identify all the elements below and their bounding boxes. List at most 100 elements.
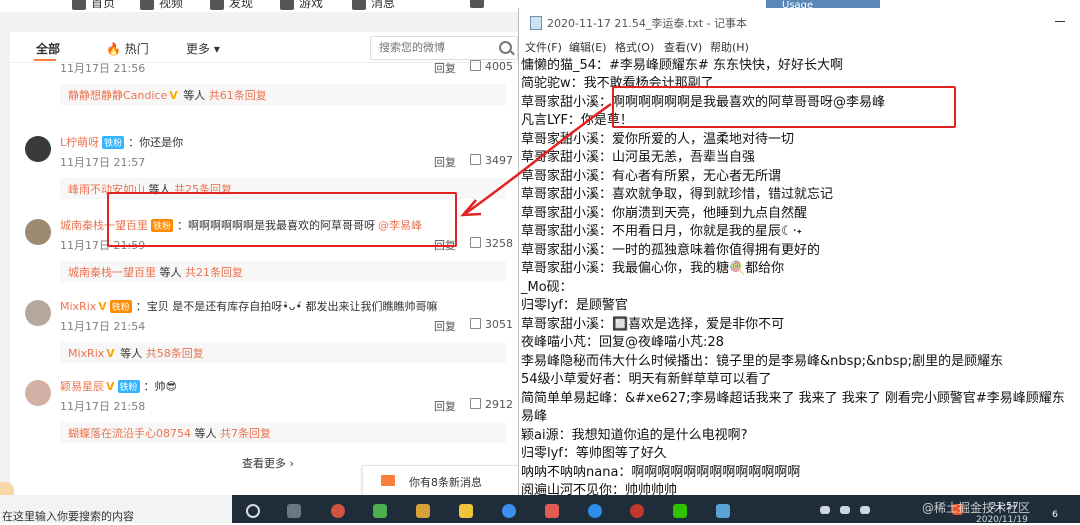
fan-badge: 铁粉 <box>117 380 140 393</box>
text-line: 阅遍山河不见你：帅帅帅帅 <box>521 483 678 495</box>
clock-date[interactable]: 2020/11/19 <box>976 515 1028 525</box>
nav-home[interactable]: 首页 <box>72 0 115 11</box>
thumb-up-icon <box>470 318 481 329</box>
menu-edit[interactable]: 编辑(E) <box>569 39 607 55</box>
discover-icon <box>210 0 224 10</box>
cortana-icon[interactable] <box>246 504 260 518</box>
verified-icon: V <box>106 347 115 360</box>
like-button[interactable]: 3051 <box>470 318 513 331</box>
notepad-titlebar[interactable]: 2020-11-17 21.54_李运泰.txt - 记事本 <box>519 8 1080 36</box>
folder-icon[interactable] <box>459 504 473 518</box>
text-line: 草哥家甜小溪：🔲喜欢是选择，爱是非你不可 <box>521 317 785 332</box>
text-line: 归零lyf：等帅图等了好久 <box>521 446 667 461</box>
like-button[interactable]: 4005 <box>470 60 513 73</box>
verified-icon: V <box>98 300 107 313</box>
text-line: 简简单单易起峰：&#xe627;李易峰超话我来了 我来了 我来了 刚看完小顾警官… <box>521 391 1065 406</box>
sublime-icon[interactable] <box>416 504 430 518</box>
menu-format[interactable]: 格式(O) <box>615 39 654 55</box>
video-icon <box>140 0 154 10</box>
sub-replies-summary[interactable]: 蝴蝶落在流沿手心08754 等人 共7条回复 <box>60 422 506 443</box>
notepad-window: 2020-11-17 21.54_李运泰.txt - 记事本 文件(F) 编辑(… <box>518 8 1080 495</box>
notepad-taskbar-icon[interactable] <box>716 504 730 518</box>
fan-badge: 铁粉 <box>109 300 132 313</box>
comment-text: ：你还是你 <box>128 136 184 149</box>
menu-view[interactable]: 查看(V) <box>664 39 702 55</box>
nav-messages[interactable]: 消息 <box>352 0 395 11</box>
spider-app-icon[interactable] <box>630 504 644 518</box>
text-line: 草哥家甜小溪：你崩溃到天亮，他睡到九点自然醒 <box>521 206 808 221</box>
comment-search-box[interactable] <box>370 36 518 60</box>
text-line: 夜峰喵小芃：回复@夜峰喵小芃:28 <box>521 335 724 350</box>
reply-button[interactable]: 回复 <box>434 398 456 414</box>
comment-filter-bar: 全部 🔥 热门 更多 ▾ <box>10 32 518 63</box>
highlight-box-comment <box>107 192 457 247</box>
verified-icon: V <box>169 89 178 102</box>
commenter-name[interactable]: L柠萌呀 <box>60 136 99 149</box>
verified-icon: V <box>106 380 115 393</box>
sub-replies-summary[interactable]: 城南秦栈一望百里 等人 共21条回复 <box>60 261 506 282</box>
nav-discover[interactable]: 发现 <box>210 0 253 11</box>
text-line: 草哥家甜小溪：有心者有所累，无心者无所谓 <box>521 169 782 184</box>
filter-hot[interactable]: 🔥 热门 <box>106 40 149 57</box>
watermark: @稀土掘金技术社区 <box>922 501 1031 515</box>
chrome-icon[interactable] <box>502 504 516 518</box>
thumb-up-icon <box>470 398 481 409</box>
like-button[interactable]: 3258 <box>470 237 513 250</box>
task-view-icon[interactable] <box>287 504 301 518</box>
sub-replies-summary[interactable]: 静静想静静Candice V 等人 共61条回复 <box>60 84 506 105</box>
app-icon-2[interactable] <box>545 504 559 518</box>
mail-icon <box>381 475 395 486</box>
text-line: 草哥家甜小溪：不用看日月，你就是我的星辰☾·˖ <box>521 224 802 239</box>
nav-video[interactable]: 视频 <box>140 0 183 11</box>
like-button[interactable]: 2912 <box>470 398 513 411</box>
avatar[interactable] <box>25 219 51 245</box>
avatar[interactable] <box>25 380 51 406</box>
volume-icon[interactable] <box>860 506 870 514</box>
message-icon <box>352 0 366 10</box>
windows-taskbar: 在这里输入你要搜索的内容 21:57 2020/11/19 6 <box>0 495 1080 525</box>
ie-icon[interactable] <box>588 504 602 518</box>
comment-panel: 全部 🔥 热门 更多 ▾ 11月17日 21:56 回复 4005 静静想静静C… <box>10 32 518 495</box>
reply-button[interactable]: 回复 <box>434 60 456 76</box>
minimize-icon[interactable] <box>1055 21 1065 22</box>
notepad-icon <box>530 16 542 30</box>
text-line: 归零lyf：是顾警官 <box>521 298 628 313</box>
menu-help[interactable]: 帮助(H) <box>710 39 749 55</box>
avatar[interactable] <box>25 300 51 326</box>
like-button[interactable]: 3497 <box>470 154 513 167</box>
text-line: 草哥家甜小溪：一时的孤独意味着你值得拥有更好的 <box>521 243 821 258</box>
nav-game[interactable]: 游戏 <box>280 0 323 11</box>
text-line: 草哥家甜小溪：我最偏心你，我的糖🍭都给你 <box>521 261 785 276</box>
wechat-files-icon[interactable] <box>373 504 387 518</box>
text-line: 易峰 <box>521 409 548 424</box>
fire-icon: 🔥 <box>106 42 121 56</box>
text-line: 呐呐不呐呐nana：啊啊啊啊啊啊啊啊啊啊啊啊啊 <box>521 465 801 480</box>
comment-time: 11月17日 21:57 <box>60 156 146 169</box>
settings-icon[interactable] <box>470 0 489 8</box>
commenter-name[interactable]: 颖易星辰 <box>60 380 104 393</box>
weibo-page: 全部 🔥 热门 更多 ▾ 11月17日 21:56 回复 4005 静静想静静C… <box>0 12 520 512</box>
taskbar-search-box[interactable]: 在这里输入你要搜索的内容 <box>0 495 232 523</box>
thumb-up-icon <box>470 60 481 71</box>
reply-button[interactable]: 回复 <box>434 318 456 334</box>
comment-time: 11月17日 21:54 <box>60 320 146 333</box>
filter-all[interactable]: 全部 <box>36 40 60 57</box>
notification-count[interactable]: 6 <box>1049 509 1061 521</box>
reply-button[interactable]: 回复 <box>434 154 456 170</box>
wechat-icon[interactable] <box>673 504 687 518</box>
app-icon[interactable] <box>331 504 345 518</box>
avatar[interactable] <box>25 136 51 162</box>
menu-file[interactable]: 文件(F) <box>525 39 562 55</box>
comment-search-input[interactable] <box>371 37 497 57</box>
search-icon[interactable] <box>499 41 512 54</box>
network-icon[interactable] <box>840 506 850 514</box>
filter-more-dropdown[interactable]: 更多 ▾ <box>186 40 220 57</box>
tray-icon[interactable] <box>820 506 830 514</box>
comment-text: ：宝贝 是不是还有库存自拍呀•̀ᴗ•́ 都发出来让我们瞧瞧帅哥嘛 <box>135 300 438 313</box>
text-line: 李易峰隐秘而伟大什么时候播出：镜子里的是李易峰&nbsp;&nbsp;剧里的是顾… <box>521 354 1004 369</box>
see-more-link[interactable]: 查看更多 › <box>242 455 294 471</box>
thumb-up-icon <box>470 237 481 248</box>
commenter-name[interactable]: MixRix <box>60 300 96 313</box>
sub-replies-summary[interactable]: MixRix V 等人 共58条回复 <box>60 342 506 363</box>
new-message-notice[interactable]: 你有8条新消息 <box>362 465 520 497</box>
